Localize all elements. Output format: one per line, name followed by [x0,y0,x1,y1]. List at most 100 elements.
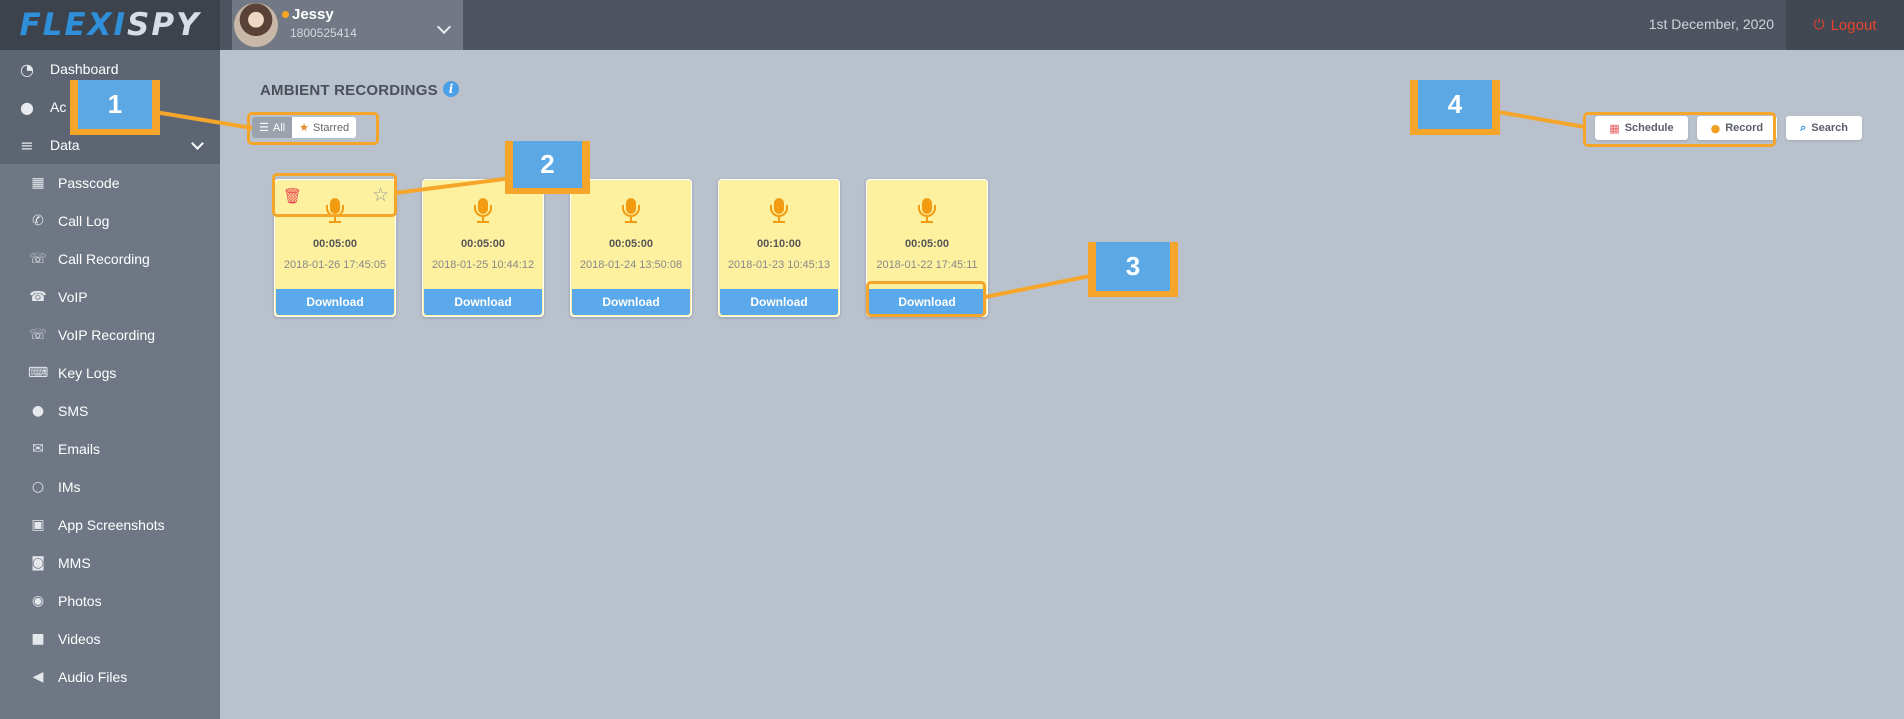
recording-duration: 00:05:00 [608,238,654,250]
annotation-callout-3: 3 [1088,242,1178,297]
recording-timestamp: 2018-01-22 17:45:11 [876,259,978,271]
speaker-icon: ◀ [32,669,44,685]
keyboard-icon: ⌨ [28,365,49,381]
recording-timestamp: 2018-01-23 10:45:13 [727,259,831,271]
sidebar-item-ims[interactable]: ○ IMs [0,468,220,506]
sidebar-item-label: MMS [58,555,91,571]
microphone-icon [622,198,640,224]
device-selector[interactable]: Jessy 1800525414 [232,0,463,50]
screenshots-icon: ▣ [31,517,45,533]
logo-text-part2: SPY [127,7,201,43]
power-icon: ⏻ [1813,17,1825,33]
sidebar-item-label: Photos [58,593,102,609]
sidebar: ◔ Dashboard ● Ac ≡ Data ▦ Passcode ✆ Call … [0,50,220,719]
keypad-icon: ▦ [31,175,45,191]
sidebar-item-label: VoIP Recording [58,327,156,343]
annotation-number: 4 [1418,80,1492,129]
user-icon: ● [20,97,34,117]
highlight-filter [247,112,379,145]
voip-icon: ☎ [29,289,47,305]
search-icon: ⌕ [1800,121,1807,134]
highlight-schedule-record [1583,112,1776,147]
annotation-connector-lines [154,110,1586,299]
call-recording-icon: ☏ [29,251,47,267]
envelope-icon: ✉ [32,441,44,457]
sidebar-item-sms[interactable]: ● SMS [0,392,220,430]
sidebar-item-mms[interactable]: ◙ MMS [0,544,220,582]
recording-card[interactable]: 00:05:00 2018-01-24 13:50:08 Download [570,179,692,317]
download-button[interactable]: Download [276,289,394,315]
sidebar-item-label: Dashboard [50,61,119,77]
sidebar-item-voip[interactable]: ☎ VoIP [0,278,220,316]
sidebar-item-app-screenshots[interactable]: ▣ App Screenshots [0,506,220,544]
phone-icon: ✆ [32,213,44,229]
sidebar-item-passcode[interactable]: ▦ Passcode [0,164,220,202]
recording-timestamp: 2018-01-26 17:45:05 [283,259,387,271]
device-number: 1800525414 [290,26,357,40]
device-name: Jessy [292,6,334,23]
flexispy-logo[interactable]: FLEXI SPY [0,0,220,50]
sidebar-item-label: Passcode [58,175,120,191]
top-bar: FLEXI SPY Jessy 1800525414 1st December, … [0,0,1904,50]
sidebar-item-label: Call Recording [58,251,150,267]
recording-timestamp: 2018-01-24 13:50:08 [579,259,683,271]
sidebar-item-label: SMS [58,403,89,419]
recording-card[interactable]: 00:10:00 2018-01-23 10:45:13 Download [718,179,840,317]
sidebar-item-label: Key Logs [58,365,117,381]
current-date: 1st December, 2020 [1648,16,1774,32]
recording-duration: 00:10:00 [756,238,802,250]
sidebar-item-label: VoIP [58,289,88,305]
video-icon: ■ [31,631,45,647]
im-icon: ○ [31,479,45,495]
sidebar-item-voip-recording[interactable]: ☏ VoIP Recording [0,316,220,354]
dashboard-icon: ◔ [20,59,34,79]
download-button[interactable]: Download [424,289,542,315]
microphone-icon [918,198,936,224]
sidebar-item-label: Audio Files [58,669,128,685]
search-button[interactable]: ⌕ Search [1786,116,1862,140]
chat-bubble-icon: ● [31,403,45,419]
voip-recording-icon: ☏ [29,327,47,343]
mms-icon: ◙ [31,555,45,571]
microphone-icon [474,198,492,224]
sidebar-item-label: Videos [58,631,101,647]
recording-timestamp: 2018-01-25 10:44:12 [431,259,535,271]
microphone-icon [770,198,788,224]
sidebar-item-emails[interactable]: ✉ Emails [0,430,220,468]
avatar [234,3,278,47]
recording-duration: 00:05:00 [460,238,506,250]
sidebar-item-call-recording[interactable]: ☏ Call Recording [0,240,220,278]
chevron-down-icon[interactable] [191,137,204,150]
recording-duration: 00:05:00 [312,238,358,250]
sidebar-item-label: IMs [58,479,81,495]
annotation-number: 2 [513,141,582,188]
annotation-callout-1: 1 [70,80,160,135]
sidebar-item-label: Emails [58,441,101,457]
recording-card[interactable]: 00:05:00 2018-01-25 10:44:12 Download [422,179,544,317]
sidebar-item-audio-files[interactable]: ◀ Audio Files [0,658,220,696]
sidebar-item-label: Ac [50,99,67,115]
logout-label: Logout [1830,16,1877,34]
sidebar-item-label: Call Log [58,213,110,229]
camera-icon: ◉ [31,593,45,609]
annotation-callout-4: 4 [1410,80,1500,135]
sidebar-item-photos[interactable]: ◉ Photos [0,582,220,620]
search-label: Search [1811,122,1848,134]
recording-duration: 00:05:00 [904,238,950,250]
sidebar-item-label: Data [50,137,80,153]
annotation-number: 3 [1096,242,1170,291]
online-status-dot [282,11,289,18]
logout-button[interactable]: ⏻ Logout [1786,0,1904,50]
sidebar-item-videos[interactable]: ■ Videos [0,620,220,658]
sidebar-item-label: App Screenshots [58,517,165,533]
download-button[interactable]: Download [720,289,838,315]
logo-text-part1: FLEXI [19,7,128,43]
sidebar-item-key-logs[interactable]: ⌨ Key Logs [0,354,220,392]
highlight-card-actions [272,173,397,217]
page-title: AMBIENT RECORDINGS [260,82,438,99]
info-icon[interactable]: i [443,81,459,97]
sidebar-item-call-log[interactable]: ✆ Call Log [0,202,220,240]
download-button[interactable]: Download [572,289,690,315]
chevron-down-icon[interactable] [436,19,452,35]
annotation-number: 1 [78,80,152,129]
